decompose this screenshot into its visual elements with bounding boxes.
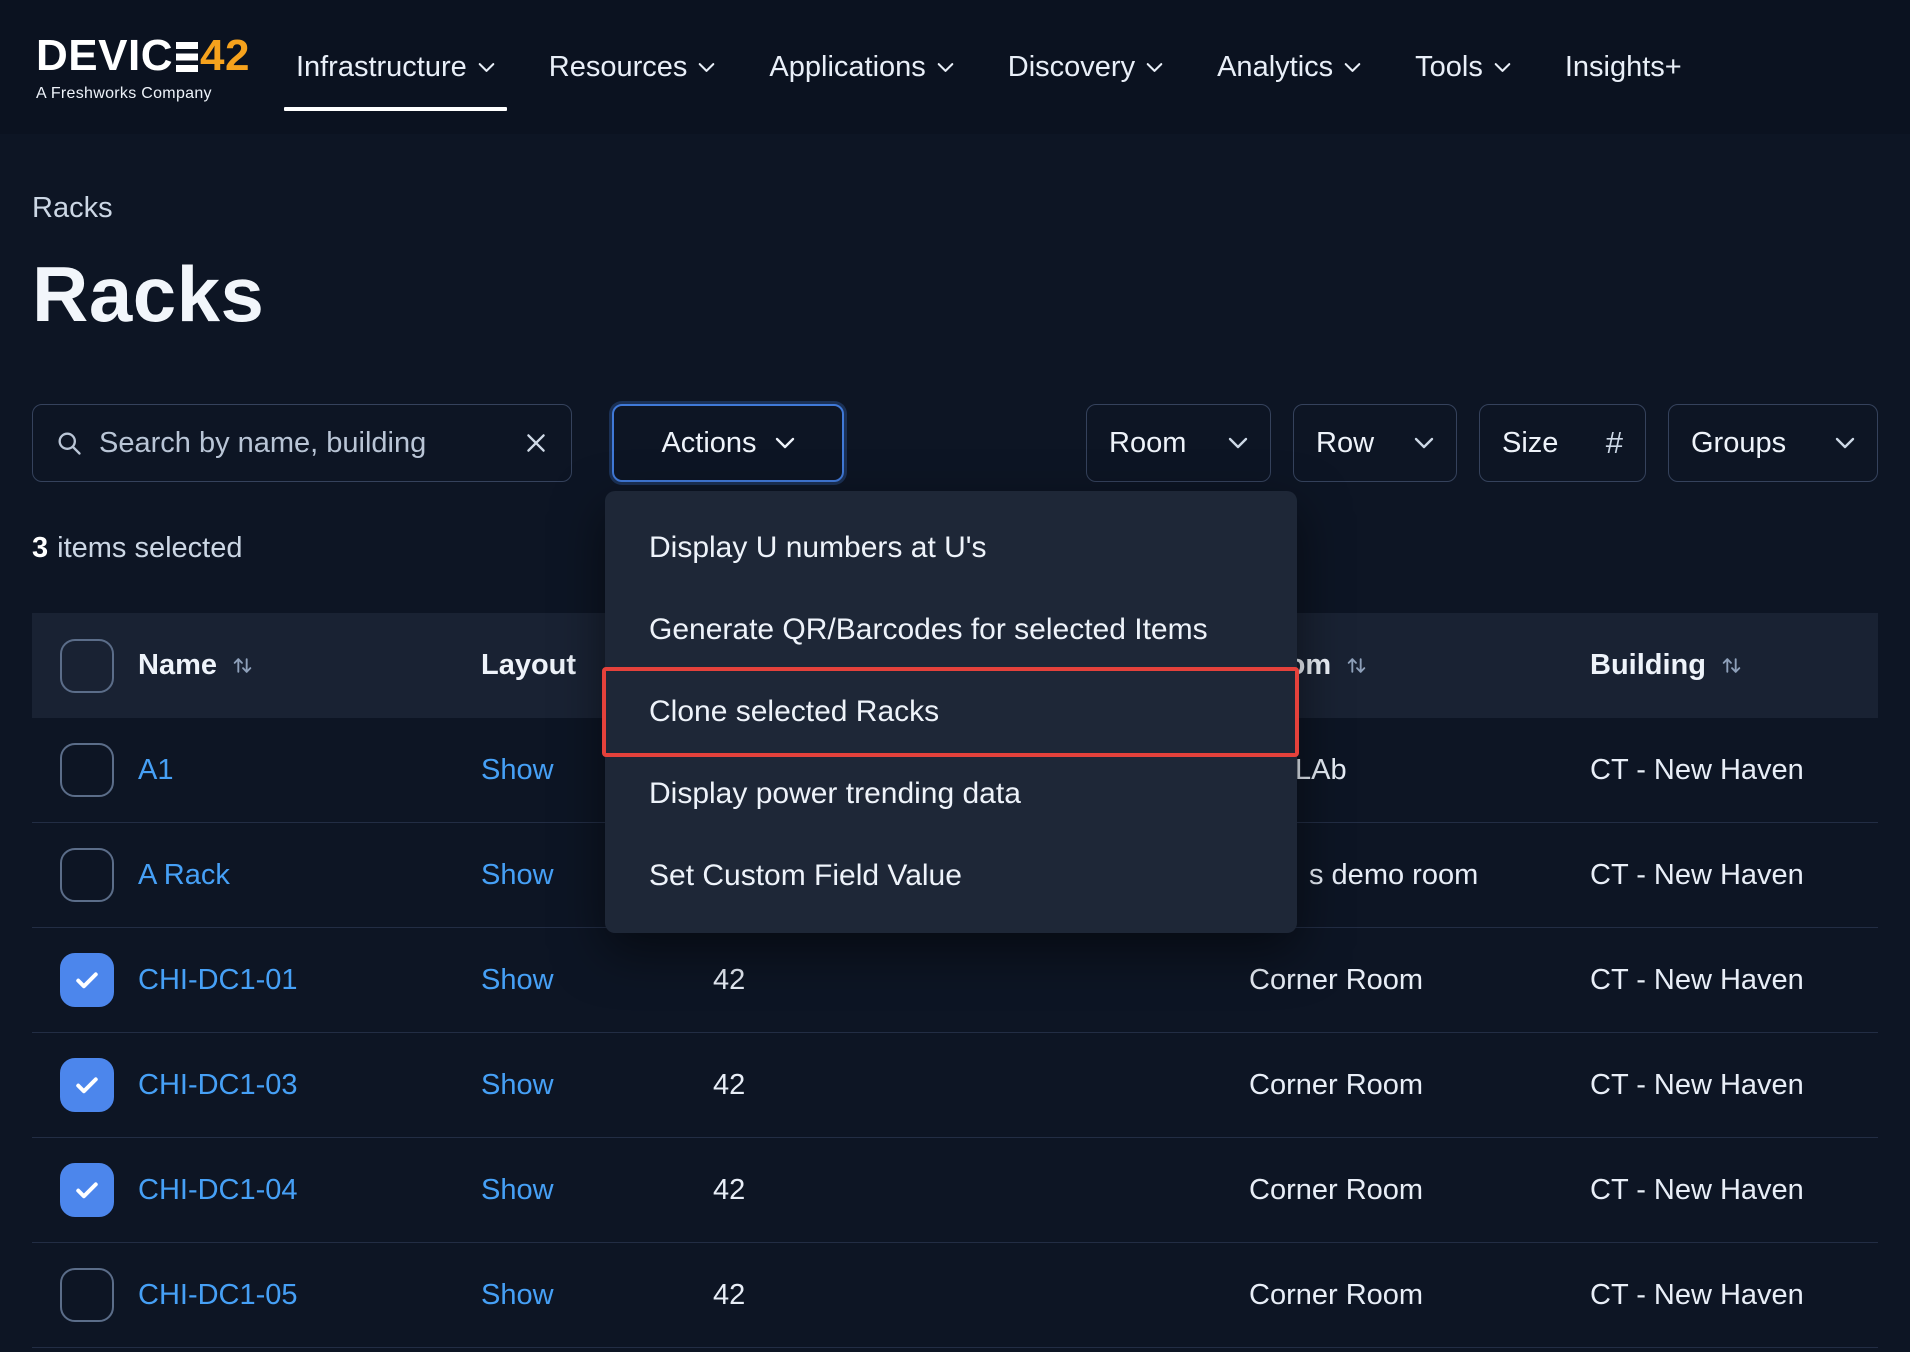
building-cell: CT - New Haven bbox=[1590, 964, 1878, 997]
top-nav-bar: DEVIC 42 A Freshworks Company Infrastruct… bbox=[0, 0, 1910, 134]
brand-tagline: A Freshworks Company bbox=[36, 85, 250, 103]
menu-item-display-power-trending[interactable]: Display power trending data bbox=[605, 753, 1297, 835]
main-nav: Infrastructure Resources Applications Di… bbox=[296, 0, 1682, 134]
row-checkbox[interactable] bbox=[60, 953, 114, 1007]
check-icon bbox=[72, 1175, 102, 1205]
layout-show-link[interactable]: Show bbox=[481, 1174, 554, 1206]
nav-item-applications[interactable]: Applications bbox=[769, 0, 953, 134]
room-filter-select[interactable]: Room bbox=[1086, 404, 1271, 482]
close-icon bbox=[523, 430, 549, 456]
breadcrumb[interactable]: Racks bbox=[32, 192, 113, 225]
brand-logo[interactable]: DEVIC 42 A Freshworks Company bbox=[36, 31, 250, 103]
selection-count: 3 bbox=[32, 532, 48, 564]
toolbar: Actions Room Row Size # Groups bbox=[32, 404, 1878, 482]
row-filter-select[interactable]: Row bbox=[1293, 404, 1457, 482]
row-checkbox[interactable] bbox=[60, 743, 114, 797]
search-box bbox=[32, 404, 572, 482]
clear-search-button[interactable] bbox=[523, 430, 549, 456]
nav-item-insights-plus[interactable]: Insights+ bbox=[1565, 0, 1682, 134]
layout-show-link[interactable]: Show bbox=[481, 1279, 554, 1311]
filter-group: Room Row Size # Groups bbox=[1086, 404, 1878, 482]
menu-item-generate-qr-barcodes[interactable]: Generate QR/Barcodes for selected Items bbox=[605, 589, 1297, 671]
logo-accent: 42 bbox=[200, 31, 250, 81]
row-checkbox[interactable] bbox=[60, 848, 114, 902]
building-cell: CT - New Haven bbox=[1590, 1279, 1878, 1312]
check-icon bbox=[72, 1070, 102, 1100]
page-title: Racks bbox=[32, 249, 1878, 340]
layout-show-link[interactable]: Show bbox=[481, 1069, 554, 1101]
table-row: CHI-DC1-01 Show 42 Corner Room CT - New … bbox=[32, 928, 1878, 1033]
chevron-down-icon bbox=[775, 437, 795, 449]
size-cell: 42 bbox=[713, 964, 1249, 997]
room-cell: Corner Room bbox=[1249, 964, 1590, 997]
row-checkbox[interactable] bbox=[60, 1163, 114, 1217]
rack-name-link[interactable]: CHI-DC1-01 bbox=[138, 964, 298, 996]
check-icon bbox=[72, 965, 102, 995]
sort-icon bbox=[231, 654, 254, 677]
chevron-down-icon bbox=[1835, 437, 1855, 449]
table-row: CHI-DC1-04 Show 42 Corner Room CT - New … bbox=[32, 1138, 1878, 1243]
row-checkbox[interactable] bbox=[60, 1268, 114, 1322]
selection-label: items selected bbox=[57, 532, 242, 564]
layout-show-link[interactable]: Show bbox=[481, 859, 554, 891]
table-row: CHI-DC1-03 Show 42 Corner Room CT - New … bbox=[32, 1033, 1878, 1138]
building-cell: CT - New Haven bbox=[1590, 1174, 1878, 1207]
row-checkbox[interactable] bbox=[60, 1058, 114, 1112]
rack-name-link[interactable]: CHI-DC1-05 bbox=[138, 1279, 298, 1311]
room-cell: Corner Room bbox=[1249, 1069, 1590, 1102]
chevron-down-icon bbox=[1344, 62, 1361, 73]
building-cell: CT - New Haven bbox=[1590, 1069, 1878, 1102]
building-cell: CT - New Haven bbox=[1590, 754, 1878, 787]
chevron-down-icon bbox=[1146, 62, 1163, 73]
chevron-down-icon bbox=[937, 62, 954, 73]
nav-item-resources[interactable]: Resources bbox=[549, 0, 716, 134]
menu-item-clone-selected-racks[interactable]: Clone selected Racks bbox=[605, 671, 1297, 753]
menu-item-display-u-numbers[interactable]: Display U numbers at U's bbox=[605, 507, 1297, 589]
room-cell: Corner Room bbox=[1249, 1279, 1590, 1312]
sort-icon bbox=[1720, 654, 1743, 677]
logo-e-glyph bbox=[176, 42, 198, 72]
room-cell: Corner Room bbox=[1249, 1174, 1590, 1207]
size-cell: 42 bbox=[713, 1174, 1249, 1207]
layout-show-link[interactable]: Show bbox=[481, 964, 554, 996]
chevron-down-icon bbox=[1414, 437, 1434, 449]
table-row: CHI-DC1-05 Show 42 Corner Room CT - New … bbox=[32, 1243, 1878, 1348]
menu-item-set-custom-field-value[interactable]: Set Custom Field Value bbox=[605, 835, 1297, 917]
nav-item-analytics[interactable]: Analytics bbox=[1217, 0, 1361, 134]
logo-text: DEVIC bbox=[36, 31, 173, 81]
layout-show-link[interactable]: Show bbox=[481, 754, 554, 786]
chevron-down-icon bbox=[698, 62, 715, 73]
search-input[interactable] bbox=[99, 427, 507, 460]
nav-item-tools[interactable]: Tools bbox=[1415, 0, 1511, 134]
rack-name-link[interactable]: CHI-DC1-03 bbox=[138, 1069, 298, 1101]
sort-icon bbox=[1345, 654, 1368, 677]
column-header-building[interactable]: Building bbox=[1590, 649, 1878, 682]
groups-filter-select[interactable]: Groups bbox=[1668, 404, 1878, 482]
chevron-down-icon bbox=[478, 62, 495, 73]
building-cell: CT - New Haven bbox=[1590, 859, 1878, 892]
size-filter-input[interactable]: Size # bbox=[1479, 404, 1646, 482]
rack-name-link[interactable]: A1 bbox=[138, 754, 173, 786]
chevron-down-icon bbox=[1494, 62, 1511, 73]
search-icon bbox=[55, 429, 83, 457]
column-header-name[interactable]: Name bbox=[138, 649, 481, 682]
column-header-room[interactable]: Room bbox=[1249, 649, 1590, 682]
rack-name-link[interactable]: CHI-DC1-04 bbox=[138, 1174, 298, 1206]
rack-name-link[interactable]: A Rack bbox=[138, 859, 230, 891]
actions-dropdown-menu: Display U numbers at U's Generate QR/Bar… bbox=[605, 491, 1297, 933]
actions-button[interactable]: Actions bbox=[612, 404, 844, 482]
size-cell: 42 bbox=[713, 1069, 1249, 1102]
chevron-down-icon bbox=[1228, 437, 1248, 449]
size-cell: 42 bbox=[713, 1279, 1249, 1312]
hash-icon: # bbox=[1606, 425, 1623, 461]
nav-item-infrastructure[interactable]: Infrastructure bbox=[296, 0, 495, 134]
nav-item-discovery[interactable]: Discovery bbox=[1008, 0, 1163, 134]
select-all-checkbox[interactable] bbox=[60, 639, 114, 693]
